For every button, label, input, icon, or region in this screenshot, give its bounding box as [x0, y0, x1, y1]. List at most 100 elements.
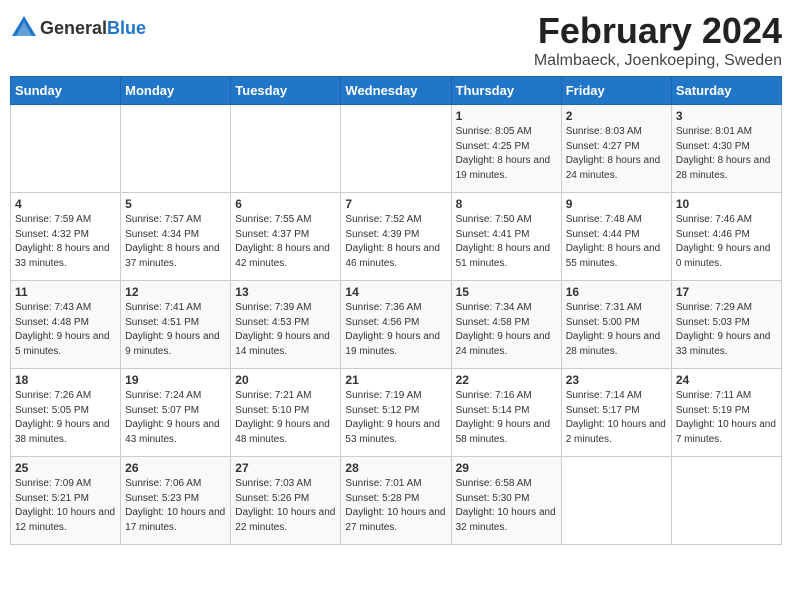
cell-info: Sunrise: 7:43 AM Sunset: 4:48 PM Dayligh… — [15, 301, 116, 359]
day-number: 4 — [15, 197, 116, 211]
day-number: 13 — [235, 285, 336, 299]
cell-info: Sunrise: 7:14 AM Sunset: 5:17 PM Dayligh… — [566, 389, 667, 447]
day-number: 17 — [676, 285, 777, 299]
calendar-cell: 2 Sunrise: 8:03 AM Sunset: 4:27 PM Daylig… — [561, 105, 671, 193]
day-number: 21 — [345, 373, 446, 387]
cell-info: Sunrise: 7:39 AM Sunset: 4:53 PM Dayligh… — [235, 301, 336, 359]
day-number: 7 — [345, 197, 446, 211]
day-number: 25 — [15, 461, 116, 475]
calendar-cell: 16 Sunrise: 7:31 AM Sunset: 5:00 PM Dayli… — [561, 281, 671, 369]
day-number: 2 — [566, 109, 667, 123]
calendar-cell: 21 Sunrise: 7:19 AM Sunset: 5:12 PM Dayli… — [341, 369, 451, 457]
day-number: 29 — [456, 461, 557, 475]
day-of-week-header: Saturday — [671, 77, 781, 105]
cell-info: Sunrise: 7:11 AM Sunset: 5:19 PM Dayligh… — [676, 389, 777, 447]
calendar-cell: 9 Sunrise: 7:48 AM Sunset: 4:44 PM Daylig… — [561, 193, 671, 281]
calendar-cell — [231, 105, 341, 193]
calendar-cell: 7 Sunrise: 7:52 AM Sunset: 4:39 PM Daylig… — [341, 193, 451, 281]
calendar-cell: 18 Sunrise: 7:26 AM Sunset: 5:05 PM Dayli… — [11, 369, 121, 457]
cell-info: Sunrise: 7:03 AM Sunset: 5:26 PM Dayligh… — [235, 477, 336, 535]
calendar-cell: 12 Sunrise: 7:41 AM Sunset: 4:51 PM Dayli… — [121, 281, 231, 369]
calendar-cell — [121, 105, 231, 193]
day-number: 19 — [125, 373, 226, 387]
logo-icon — [10, 14, 38, 42]
calendar-cell: 4Sunrise: 7:59 AM Sunset: 4:32 PM Daylig… — [11, 193, 121, 281]
calendar-cell: 24 Sunrise: 7:11 AM Sunset: 5:19 PM Dayli… — [671, 369, 781, 457]
calendar-cell: 10Sunrise: 7:46 AM Sunset: 4:46 PM Dayli… — [671, 193, 781, 281]
cell-info: Sunrise: 7:01 AM Sunset: 5:28 PM Dayligh… — [345, 477, 446, 535]
day-number: 24 — [676, 373, 777, 387]
logo-general-text: General — [40, 18, 107, 38]
cell-info: Sunrise: 7:55 AM Sunset: 4:37 PM Dayligh… — [235, 213, 336, 271]
cell-info: Sunrise: 7:24 AM Sunset: 5:07 PM Dayligh… — [125, 389, 226, 447]
cell-info: Sunrise: 7:52 AM Sunset: 4:39 PM Dayligh… — [345, 213, 446, 271]
day-number: 9 — [566, 197, 667, 211]
calendar-cell: 6 Sunrise: 7:55 AM Sunset: 4:37 PM Daylig… — [231, 193, 341, 281]
cell-info: Sunrise: 7:36 AM Sunset: 4:56 PM Dayligh… — [345, 301, 446, 359]
calendar-cell: 15 Sunrise: 7:34 AM Sunset: 4:58 PM Dayli… — [451, 281, 561, 369]
calendar-cell: 8Sunrise: 7:50 AM Sunset: 4:41 PM Daylig… — [451, 193, 561, 281]
calendar-cell: 3 Sunrise: 8:01 AM Sunset: 4:30 PM Daylig… — [671, 105, 781, 193]
month-title: February 2024 — [534, 10, 782, 52]
logo: GeneralBlue — [10, 14, 146, 42]
day-number: 11 — [15, 285, 116, 299]
day-of-week-header: Tuesday — [231, 77, 341, 105]
day-number: 27 — [235, 461, 336, 475]
cell-info: Sunrise: 7:06 AM Sunset: 5:23 PM Dayligh… — [125, 477, 226, 535]
day-of-week-header: Sunday — [11, 77, 121, 105]
calendar-cell — [561, 457, 671, 545]
calendar-cell — [11, 105, 121, 193]
day-number: 12 — [125, 285, 226, 299]
cell-info: Sunrise: 7:21 AM Sunset: 5:10 PM Dayligh… — [235, 389, 336, 447]
cell-info: Sunrise: 7:46 AM Sunset: 4:46 PM Dayligh… — [676, 213, 777, 271]
calendar-cell: 26Sunrise: 7:06 AM Sunset: 5:23 PM Dayli… — [121, 457, 231, 545]
cell-info: Sunrise: 8:01 AM Sunset: 4:30 PM Dayligh… — [676, 125, 777, 183]
calendar-week-row: 18 Sunrise: 7:26 AM Sunset: 5:05 PM Dayli… — [11, 369, 782, 457]
calendar-cell: 13 Sunrise: 7:39 AM Sunset: 4:53 PM Dayli… — [231, 281, 341, 369]
day-of-week-header: Monday — [121, 77, 231, 105]
cell-info: Sunrise: 8:03 AM Sunset: 4:27 PM Dayligh… — [566, 125, 667, 183]
day-of-week-header: Thursday — [451, 77, 561, 105]
day-number: 16 — [566, 285, 667, 299]
day-number: 15 — [456, 285, 557, 299]
cell-info: Sunrise: 8:05 AM Sunset: 4:25 PM Dayligh… — [456, 125, 557, 183]
calendar-cell: 14Sunrise: 7:36 AM Sunset: 4:56 PM Dayli… — [341, 281, 451, 369]
day-number: 5 — [125, 197, 226, 211]
cell-info: Sunrise: 7:34 AM Sunset: 4:58 PM Dayligh… — [456, 301, 557, 359]
cell-info: Sunrise: 7:26 AM Sunset: 5:05 PM Dayligh… — [15, 389, 116, 447]
calendar-cell: 1 Sunrise: 8:05 AM Sunset: 4:25 PM Daylig… — [451, 105, 561, 193]
day-number: 6 — [235, 197, 336, 211]
calendar-table: SundayMondayTuesdayWednesdayThursdayFrid… — [10, 76, 782, 545]
day-number: 1 — [456, 109, 557, 123]
calendar-cell: 11 Sunrise: 7:43 AM Sunset: 4:48 PM Dayli… — [11, 281, 121, 369]
day-of-week-header: Wednesday — [341, 77, 451, 105]
day-number: 8 — [456, 197, 557, 211]
logo-blue-text: Blue — [107, 18, 146, 38]
calendar-cell: 19 Sunrise: 7:24 AM Sunset: 5:07 PM Dayli… — [121, 369, 231, 457]
calendar-cell — [341, 105, 451, 193]
calendar-cell: 28Sunrise: 7:01 AM Sunset: 5:28 PM Dayli… — [341, 457, 451, 545]
calendar-cell: 23 Sunrise: 7:14 AM Sunset: 5:17 PM Dayli… — [561, 369, 671, 457]
calendar-cell: 27 Sunrise: 7:03 AM Sunset: 5:26 PM Dayli… — [231, 457, 341, 545]
cell-info: Sunrise: 7:19 AM Sunset: 5:12 PM Dayligh… — [345, 389, 446, 447]
calendar-cell — [671, 457, 781, 545]
page-header: GeneralBlue February 2024 Malmbaeck, Joe… — [10, 10, 782, 70]
day-number: 22 — [456, 373, 557, 387]
title-area: February 2024 Malmbaeck, Joenkoeping, Sw… — [534, 10, 782, 70]
calendar-week-row: 4Sunrise: 7:59 AM Sunset: 4:32 PM Daylig… — [11, 193, 782, 281]
calendar-week-row: 1 Sunrise: 8:05 AM Sunset: 4:25 PM Daylig… — [11, 105, 782, 193]
calendar-cell: 29 Sunrise: 6:58 AM Sunset: 5:30 PM Dayli… — [451, 457, 561, 545]
day-number: 23 — [566, 373, 667, 387]
calendar-cell: 25Sunrise: 7:09 AM Sunset: 5:21 PM Dayli… — [11, 457, 121, 545]
day-of-week-header: Friday — [561, 77, 671, 105]
calendar-cell: 17Sunrise: 7:29 AM Sunset: 5:03 PM Dayli… — [671, 281, 781, 369]
cell-info: Sunrise: 7:48 AM Sunset: 4:44 PM Dayligh… — [566, 213, 667, 271]
cell-info: Sunrise: 7:31 AM Sunset: 5:00 PM Dayligh… — [566, 301, 667, 359]
cell-info: Sunrise: 6:58 AM Sunset: 5:30 PM Dayligh… — [456, 477, 557, 535]
cell-info: Sunrise: 7:41 AM Sunset: 4:51 PM Dayligh… — [125, 301, 226, 359]
cell-info: Sunrise: 7:16 AM Sunset: 5:14 PM Dayligh… — [456, 389, 557, 447]
calendar-body: 1 Sunrise: 8:05 AM Sunset: 4:25 PM Daylig… — [11, 105, 782, 545]
day-number: 3 — [676, 109, 777, 123]
day-number: 18 — [15, 373, 116, 387]
cell-info: Sunrise: 7:57 AM Sunset: 4:34 PM Dayligh… — [125, 213, 226, 271]
